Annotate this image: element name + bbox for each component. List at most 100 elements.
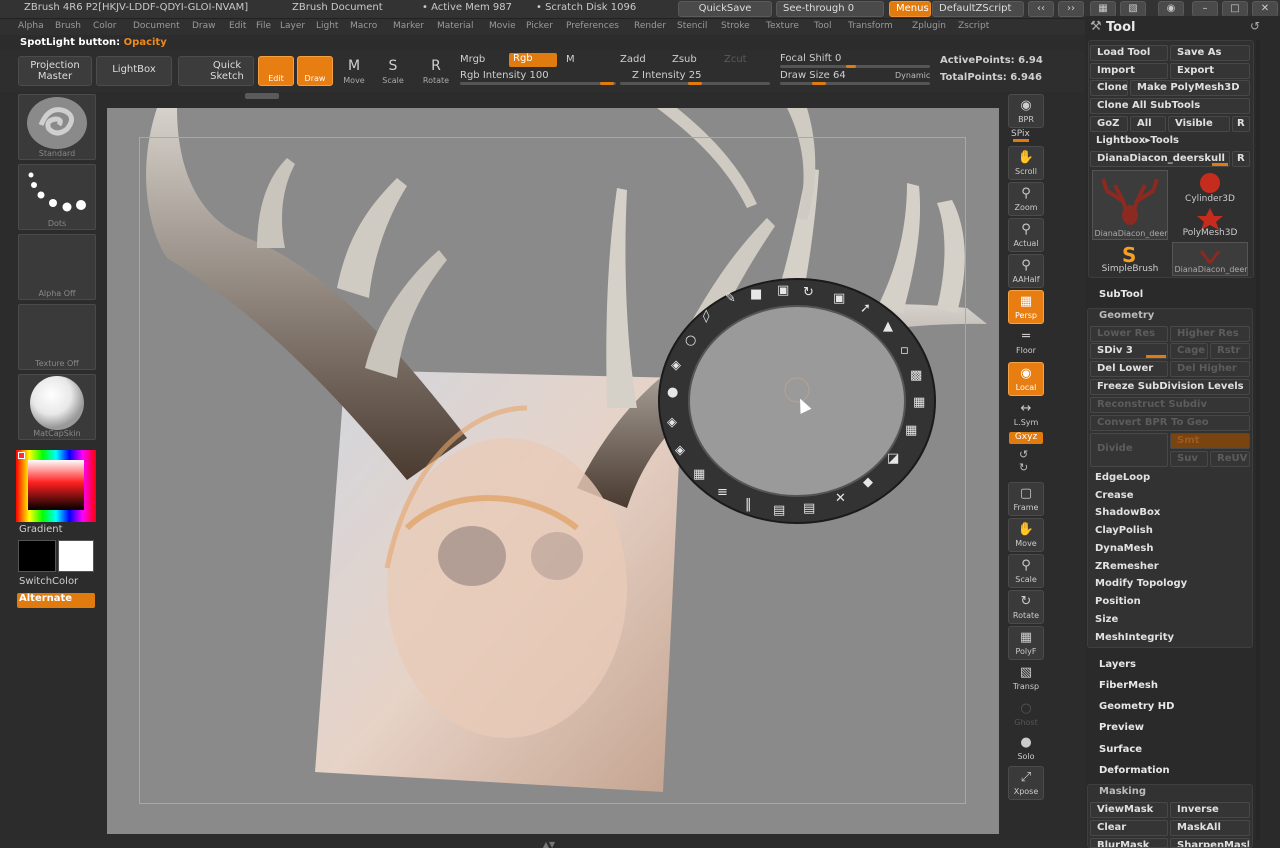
lower-res-button[interactable]: Lower Res: [1090, 326, 1168, 342]
subtool-section[interactable]: SubTool: [1099, 289, 1143, 300]
menu-material[interactable]: Material: [437, 21, 474, 31]
modify-topology-section[interactable]: Modify Topology: [1095, 578, 1187, 589]
secondary-color-swatch[interactable]: [18, 540, 56, 572]
suv-toggle[interactable]: Suv: [1170, 451, 1208, 467]
divide-button[interactable]: Divide: [1090, 433, 1168, 467]
menu-render[interactable]: Render: [634, 21, 666, 31]
tool-thumb-deer2[interactable]: DianaDiacon_deer: [1172, 242, 1248, 276]
export-button[interactable]: Export: [1170, 63, 1250, 79]
draw-size-track[interactable]: [780, 82, 930, 85]
lightbox-tools-button[interactable]: Lightbox▸Tools: [1090, 134, 1250, 150]
size-section[interactable]: Size: [1095, 614, 1118, 625]
smt-toggle[interactable]: Smt: [1170, 433, 1250, 449]
blurmask-button[interactable]: BlurMask: [1090, 838, 1168, 848]
menu-picker[interactable]: Picker: [526, 21, 553, 31]
tool-thumb-polymesh[interactable]: PolyMesh3D: [1172, 206, 1248, 240]
load-tool-button[interactable]: Load Tool: [1090, 45, 1168, 61]
surface-section[interactable]: Surface: [1099, 744, 1142, 755]
menu-alpha[interactable]: Alpha: [18, 21, 44, 31]
texture-selector[interactable]: Texture Off: [18, 304, 96, 370]
zremesher-section[interactable]: ZRemesher: [1095, 561, 1159, 572]
m-button[interactable]: M: [566, 54, 575, 65]
menu-edit[interactable]: Edit: [229, 21, 246, 31]
reconstruct-subdiv-button[interactable]: Reconstruct Subdiv: [1090, 397, 1250, 413]
zadd-button[interactable]: Zadd: [620, 54, 646, 65]
del-higher-button[interactable]: Del Higher: [1170, 361, 1250, 377]
geometry-section[interactable]: Geometry: [1099, 310, 1154, 321]
higher-res-button[interactable]: Higher Res: [1170, 326, 1250, 342]
axis-rotate-icon[interactable]: ↺ ↻: [1019, 448, 1028, 474]
convert-bpr-button[interactable]: Convert BPR To Geo: [1090, 415, 1250, 431]
rgb-intensity-slider[interactable]: Rgb Intensity 100: [460, 70, 549, 81]
menu-stroke[interactable]: Stroke: [721, 21, 750, 31]
shelf-scroll-handle[interactable]: [245, 93, 279, 99]
menu-zplugin[interactable]: Zplugin: [912, 21, 946, 31]
cage-button[interactable]: Cage: [1170, 343, 1208, 359]
menu-stencil[interactable]: Stencil: [677, 21, 707, 31]
freeze-subdivision-button[interactable]: Freeze SubDivision Levels: [1090, 379, 1250, 395]
alternate-button[interactable]: Alternate: [17, 593, 95, 608]
position-section[interactable]: Position: [1095, 596, 1141, 607]
quick-sketch-button[interactable]: Quick Sketch: [178, 56, 254, 86]
material-selector[interactable]: MatCapSkin: [18, 374, 96, 440]
quicksave-button[interactable]: QuickSave: [678, 1, 772, 17]
dynamic-toggle[interactable]: Dynamic: [895, 71, 930, 80]
projection-master-button[interactable]: Projection Master: [18, 56, 92, 86]
palette-refresh-icon[interactable]: ↺: [1250, 19, 1260, 33]
draw-size-slider[interactable]: Draw Size 64: [780, 70, 846, 81]
menu-draw[interactable]: Draw: [192, 21, 216, 31]
rgb-button[interactable]: Rgb: [509, 53, 557, 67]
mrgb-button[interactable]: Mrgb: [460, 54, 485, 65]
shadowbox-section[interactable]: ShadowBox: [1095, 507, 1160, 518]
goz-button[interactable]: GoZ: [1090, 116, 1128, 132]
frame-button[interactable]: ▢ Frame: [1008, 482, 1044, 516]
maximize-icon[interactable]: □: [1222, 1, 1248, 17]
focal-shift-slider[interactable]: Focal Shift 0: [780, 53, 841, 64]
actual-button[interactable]: ⚲ Actual: [1008, 218, 1044, 252]
inverse-button[interactable]: Inverse: [1170, 802, 1250, 818]
rotate-view-button[interactable]: ↻ Rotate: [1008, 590, 1044, 624]
move-view-button[interactable]: ✋ Move: [1008, 518, 1044, 552]
alpha-selector[interactable]: Alpha Off: [18, 234, 96, 300]
geometry-hd-section[interactable]: Geometry HD: [1099, 701, 1174, 712]
clear-mask-button[interactable]: Clear: [1090, 820, 1168, 836]
zcut-button[interactable]: Zcut: [724, 54, 747, 65]
masking-section[interactable]: Masking: [1099, 786, 1146, 797]
edgeloop-section[interactable]: EdgeLoop: [1095, 472, 1150, 483]
scale-view-button[interactable]: ⚲ Scale: [1008, 554, 1044, 588]
menu-preferences[interactable]: Preferences: [566, 21, 619, 31]
save-as-button[interactable]: Save As: [1170, 45, 1250, 61]
scroll-button[interactable]: ✋ Scroll: [1008, 146, 1044, 180]
persp-button[interactable]: ▦ Persp: [1008, 290, 1044, 324]
draw-mode-button[interactable]: Draw: [297, 56, 333, 86]
zoom-button[interactable]: ⚲ Zoom: [1008, 182, 1044, 216]
maskall-button[interactable]: MaskAll: [1170, 820, 1250, 836]
bpr-button[interactable]: ◉ BPR: [1008, 94, 1044, 128]
solo-button[interactable]: ● Solo: [1008, 732, 1044, 766]
color-picker[interactable]: [16, 450, 96, 522]
fibermesh-section[interactable]: FiberMesh: [1099, 680, 1158, 691]
goz-all-button[interactable]: All: [1130, 116, 1166, 132]
menu-tool[interactable]: Tool: [814, 21, 831, 31]
menus-button[interactable]: Menus: [889, 1, 931, 17]
menu-layer[interactable]: Layer: [280, 21, 305, 31]
meshintegrity-section[interactable]: MeshIntegrity: [1095, 632, 1174, 643]
gradient-label[interactable]: Gradient: [19, 524, 63, 535]
default-zscript-button[interactable]: DefaultZScript: [932, 1, 1024, 17]
preview-section[interactable]: Preview: [1099, 722, 1144, 733]
menu-color[interactable]: Color: [93, 21, 117, 31]
z-intensity-slider[interactable]: Z Intensity 25: [632, 70, 701, 81]
import-button[interactable]: Import: [1090, 63, 1168, 79]
menu-macro[interactable]: Macro: [350, 21, 377, 31]
brush-selector[interactable]: Standard: [18, 94, 96, 160]
tool-palette-header[interactable]: ⚒ Tool ↺: [1088, 19, 1280, 37]
minimize-icon[interactable]: –: [1192, 1, 1218, 17]
main-color-swatch[interactable]: [58, 540, 94, 572]
spix-slider[interactable]: SPix: [1011, 129, 1030, 139]
menu-texture[interactable]: Texture: [766, 21, 799, 31]
scale-mode-button[interactable]: S Scale: [375, 56, 411, 90]
layout-alt-icon[interactable]: ▧: [1120, 1, 1146, 17]
viewmask-button[interactable]: ViewMask: [1090, 802, 1168, 818]
tool-thumb-simplebrush[interactable]: S SimpleBrush: [1092, 242, 1168, 276]
switchcolor-button[interactable]: SwitchColor: [19, 576, 78, 587]
